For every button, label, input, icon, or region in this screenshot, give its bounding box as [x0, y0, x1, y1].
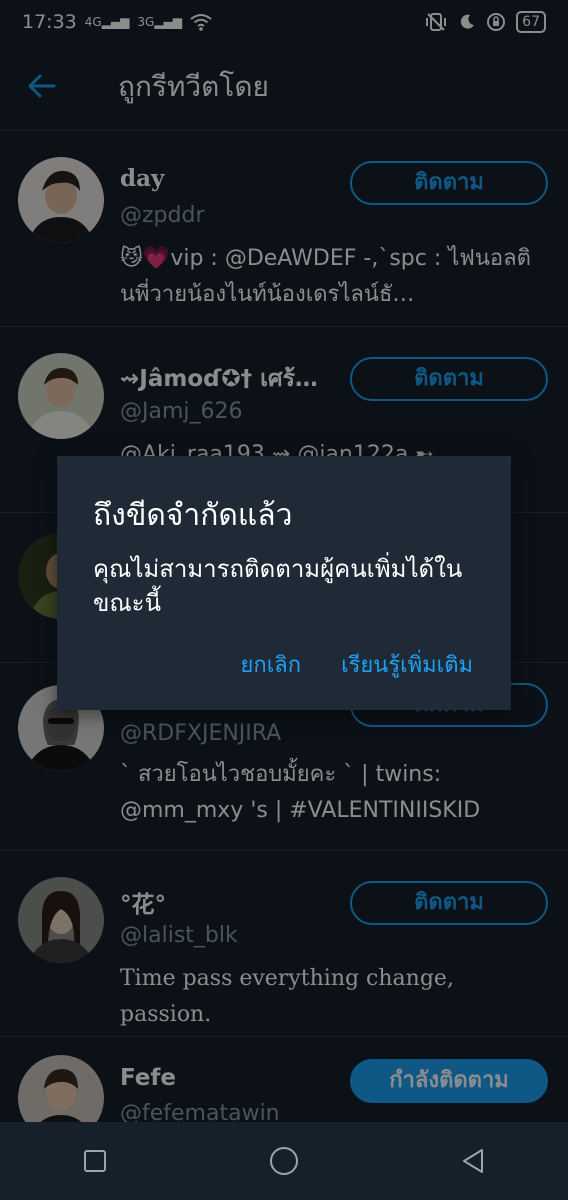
recents-button[interactable]	[65, 1131, 125, 1191]
cancel-button[interactable]: ยกเลิก	[241, 647, 302, 682]
dialog-actions: ยกเลิก เรียนรู้เพิ่มเติม	[241, 647, 473, 682]
square-icon	[83, 1150, 106, 1172]
system-nav-bar	[0, 1122, 568, 1200]
dialog-title: ถึงขีดจำกัดแล้ว	[93, 498, 293, 533]
home-button[interactable]	[254, 1131, 314, 1191]
dialog-message: คุณไม่สามารถติดตามผู้คนเพิ่มได้ในขณะนี้	[93, 555, 463, 617]
limit-reached-dialog: ถึงขีดจำกัดแล้ว คุณไม่สามารถติดตามผู้คนเ…	[57, 456, 511, 710]
triangle-left-icon	[463, 1149, 484, 1173]
learn-more-button[interactable]: เรียนรู้เพิ่มเติม	[341, 647, 473, 682]
circle-icon	[269, 1147, 298, 1175]
back-nav-button[interactable]	[443, 1131, 503, 1191]
